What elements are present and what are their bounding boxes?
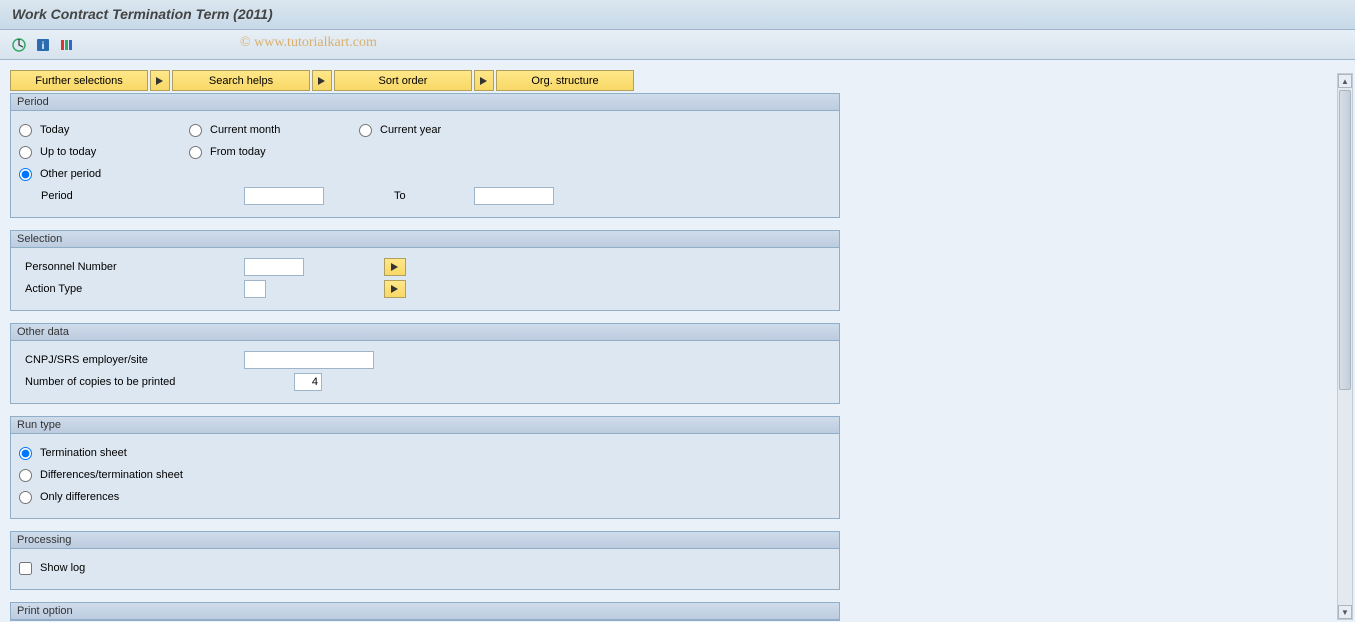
radio-from-today[interactable]	[189, 146, 202, 159]
label-from-today: From today	[210, 146, 266, 158]
org-structure-button[interactable]: Org. structure	[496, 70, 634, 91]
label-termination-sheet: Termination sheet	[40, 447, 127, 459]
svg-text:i: i	[42, 41, 45, 52]
checkbox-show-log[interactable]	[19, 562, 32, 575]
further-selections-arrow-button[interactable]	[150, 70, 170, 91]
period-field-label: Period	[19, 190, 244, 202]
radio-current-month[interactable]	[189, 124, 202, 137]
label-current-year: Current year	[380, 124, 441, 136]
radio-other-period[interactable]	[19, 168, 32, 181]
run-type-group: Run type Termination sheet Differences/t…	[10, 416, 840, 519]
cnpj-label: CNPJ/SRS employer/site	[19, 354, 244, 366]
scroll-down-icon[interactable]: ▼	[1338, 605, 1352, 619]
app-toolbar: i	[0, 30, 1355, 60]
window-title: Work Contract Termination Term (2011)	[12, 6, 273, 22]
label-up-to-today: Up to today	[40, 146, 96, 158]
variant-icon[interactable]	[58, 36, 76, 54]
label-today: Today	[40, 124, 69, 136]
radio-today[interactable]	[19, 124, 32, 137]
period-to-input[interactable]	[474, 187, 554, 205]
execute-icon[interactable]	[10, 36, 28, 54]
other-data-group: Other data CNPJ/SRS employer/site Number…	[10, 323, 840, 404]
print-option-group: Print option	[10, 602, 840, 621]
action-type-multi-button[interactable]	[384, 280, 406, 298]
other-data-title: Other data	[11, 324, 839, 341]
personnel-number-multi-button[interactable]	[384, 258, 406, 276]
processing-group: Processing Show log	[10, 531, 840, 590]
personnel-number-label: Personnel Number	[19, 261, 244, 273]
scroll-thumb[interactable]	[1339, 90, 1351, 390]
period-to-label: To	[324, 190, 474, 202]
copies-label: Number of copies to be printed	[19, 376, 244, 388]
period-from-input[interactable]	[244, 187, 324, 205]
radio-only-diff[interactable]	[19, 491, 32, 504]
info-icon[interactable]: i	[34, 36, 52, 54]
search-helps-arrow-button[interactable]	[312, 70, 332, 91]
radio-termination-sheet[interactable]	[19, 447, 32, 460]
label-other-period: Other period	[40, 168, 101, 180]
radio-diff-termination[interactable]	[19, 469, 32, 482]
further-selections-button[interactable]: Further selections	[10, 70, 148, 91]
label-current-month: Current month	[210, 124, 280, 136]
selection-group-title: Selection	[11, 231, 839, 248]
period-group-title: Period	[11, 94, 839, 111]
sort-order-button[interactable]: Sort order	[334, 70, 472, 91]
cnpj-input[interactable]	[244, 351, 374, 369]
scroll-up-icon[interactable]: ▲	[1338, 74, 1352, 88]
period-group: Period Today Current month C	[10, 93, 840, 218]
selection-group: Selection Personnel Number Action Type	[10, 230, 840, 311]
copies-input[interactable]	[294, 373, 322, 391]
vertical-scrollbar[interactable]: ▲ ▼	[1337, 73, 1353, 620]
radio-current-year[interactable]	[359, 124, 372, 137]
processing-title: Processing	[11, 532, 839, 549]
label-diff-termination: Differences/termination sheet	[40, 469, 183, 481]
run-type-title: Run type	[11, 417, 839, 434]
search-helps-button[interactable]: Search helps	[172, 70, 310, 91]
print-option-title: Print option	[11, 603, 839, 620]
action-type-label: Action Type	[19, 283, 244, 295]
personnel-number-input[interactable]	[244, 258, 304, 276]
label-only-diff: Only differences	[40, 491, 119, 503]
sap-window: Work Contract Termination Term (2011) i …	[0, 0, 1355, 622]
radio-up-to-today[interactable]	[19, 146, 32, 159]
title-bar: Work Contract Termination Term (2011)	[0, 0, 1355, 30]
action-type-input[interactable]	[244, 280, 266, 298]
label-show-log: Show log	[40, 562, 85, 574]
sort-order-arrow-button[interactable]	[474, 70, 494, 91]
selection-button-row: Further selections Search helps Sort ord…	[10, 70, 1330, 91]
content-area: Further selections Search helps Sort ord…	[0, 60, 1355, 622]
